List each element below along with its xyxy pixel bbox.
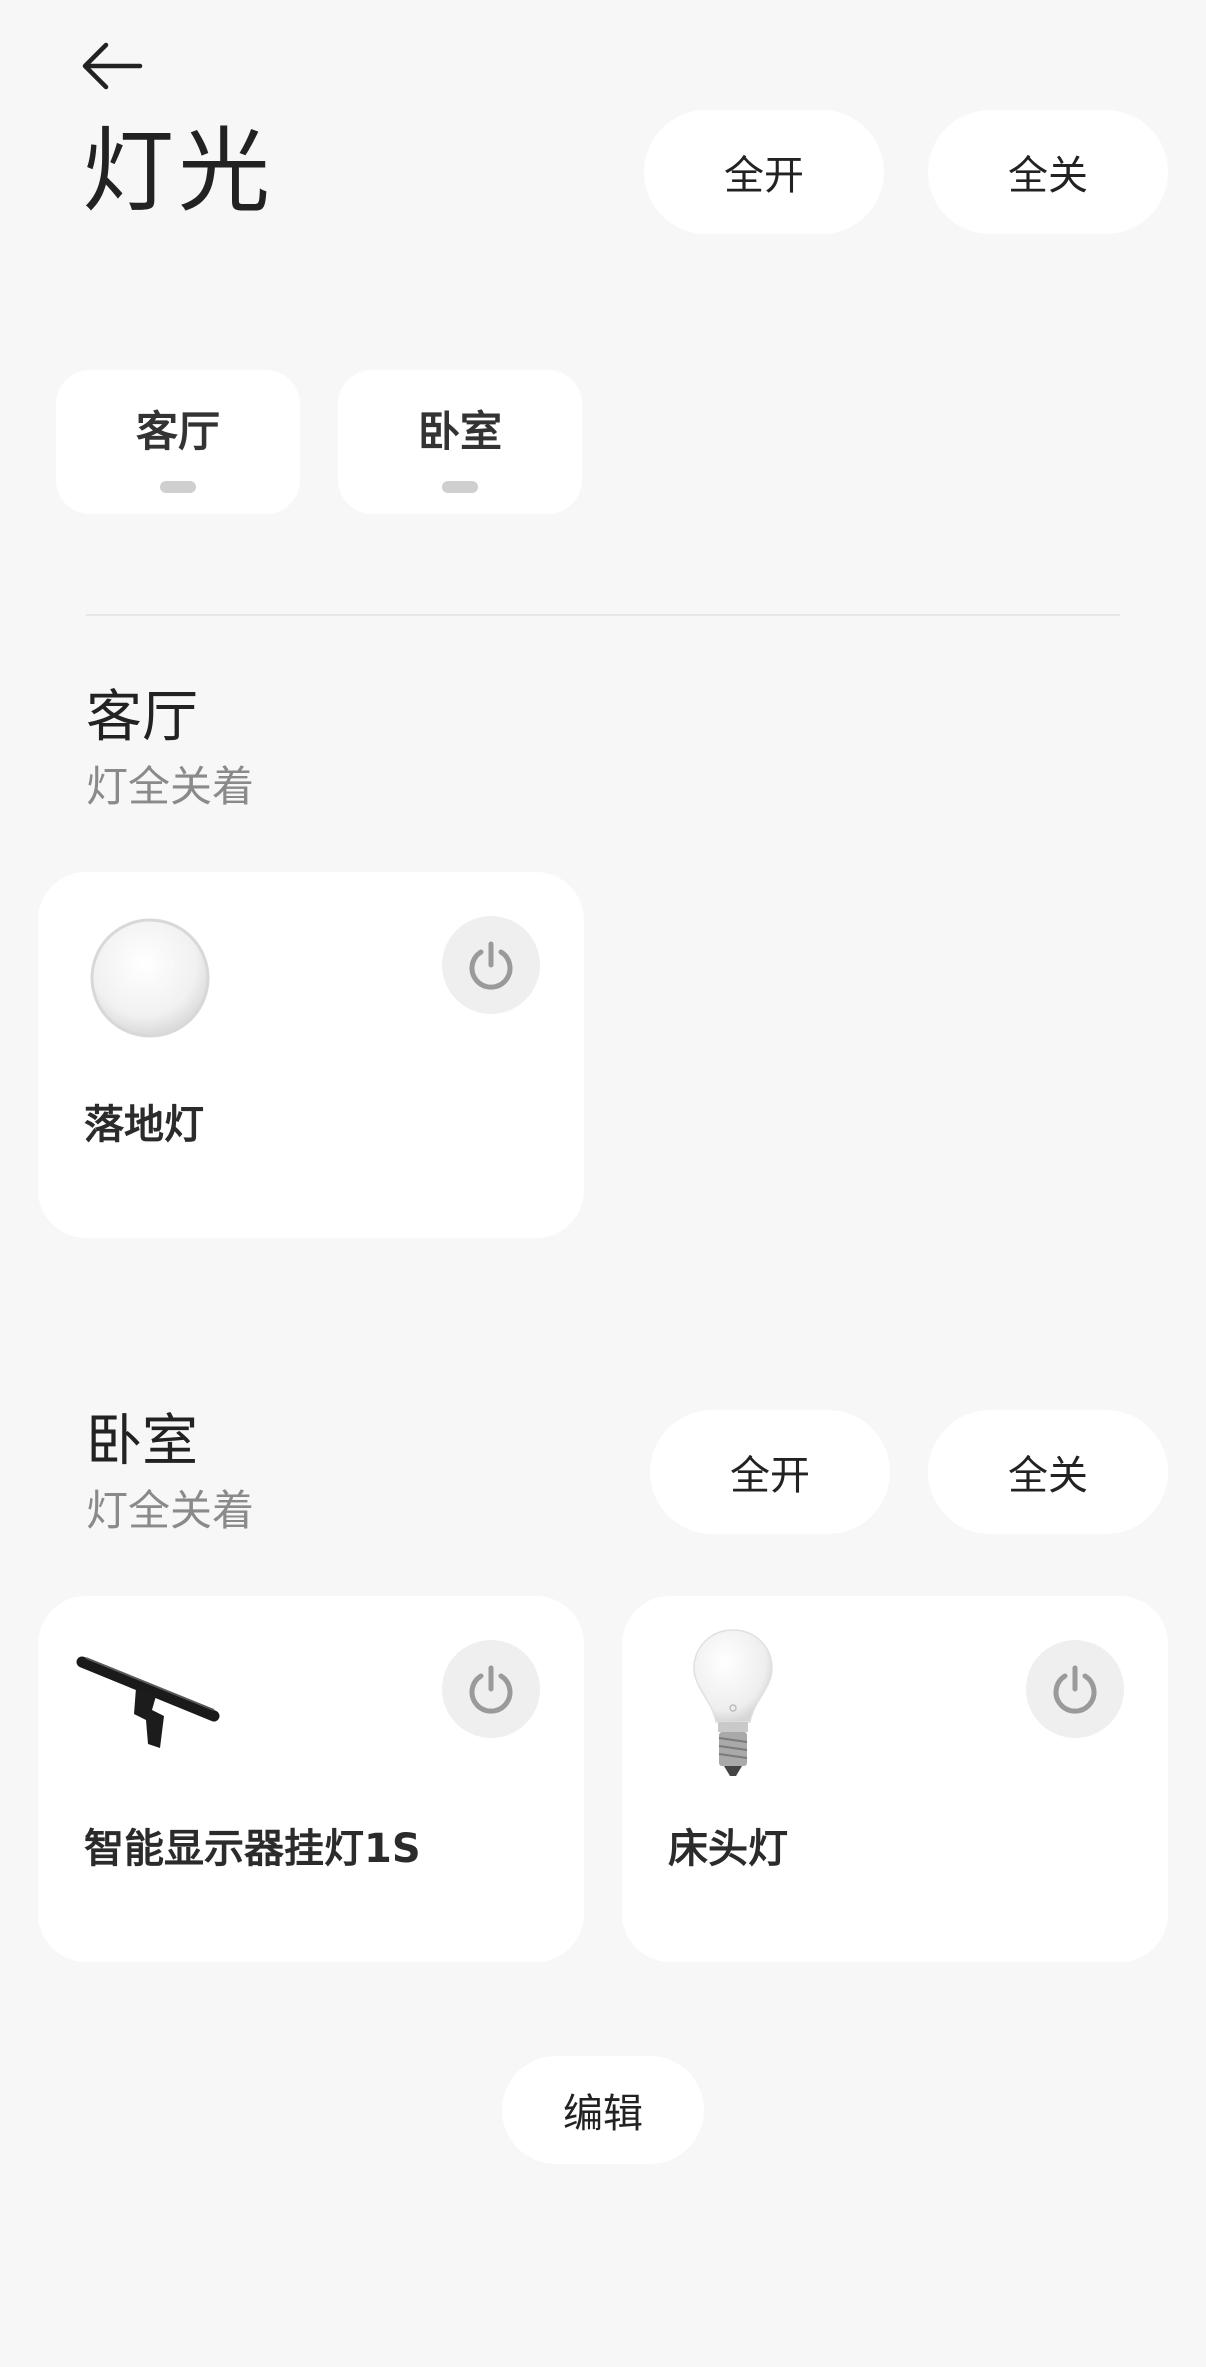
power-button[interactable] bbox=[442, 916, 540, 1014]
power-icon bbox=[469, 941, 513, 990]
arrow-left-icon bbox=[82, 42, 143, 90]
light-bulb-icon bbox=[690, 1626, 776, 1784]
section-status-living-room: 灯全关着 bbox=[86, 762, 255, 811]
back-button[interactable] bbox=[80, 36, 152, 96]
device-name: 落地灯 bbox=[84, 1102, 204, 1148]
room-tab-living-room[interactable]: 客厅 bbox=[56, 370, 300, 514]
power-button[interactable] bbox=[442, 1640, 540, 1738]
bedroom-all-on-button[interactable]: 全开 bbox=[650, 1410, 890, 1534]
room-tab-indicator bbox=[160, 480, 196, 493]
section-title-living-room: 客厅 bbox=[86, 685, 198, 750]
bedroom-all-off-button[interactable]: 全关 bbox=[928, 1410, 1168, 1534]
power-icon bbox=[1053, 1665, 1097, 1714]
floor-lamp-icon bbox=[88, 916, 212, 1044]
power-icon bbox=[469, 1665, 513, 1714]
room-tab-indicator bbox=[442, 480, 478, 493]
device-card-monitor-light-bar[interactable]: 智能显示器挂灯1S bbox=[38, 1596, 584, 1962]
page-title: 灯光 bbox=[82, 118, 275, 225]
all-off-button[interactable]: 全关 bbox=[928, 110, 1168, 234]
device-card-bedside-lamp[interactable]: 床头灯 bbox=[622, 1596, 1168, 1962]
edit-button[interactable]: 编辑 bbox=[502, 2056, 704, 2164]
device-name: 智能显示器挂灯1S bbox=[84, 1826, 421, 1872]
room-tab-label: 卧室 bbox=[417, 406, 502, 456]
room-tab-label: 客厅 bbox=[135, 406, 220, 456]
section-title-bedroom: 卧室 bbox=[86, 1409, 198, 1474]
room-tab-bedroom[interactable]: 卧室 bbox=[338, 370, 582, 514]
all-on-button[interactable]: 全开 bbox=[644, 110, 884, 234]
device-card-floor-lamp[interactable]: 落地灯 bbox=[38, 872, 584, 1238]
device-name: 床头灯 bbox=[668, 1826, 788, 1872]
power-button[interactable] bbox=[1026, 1640, 1124, 1738]
divider bbox=[86, 614, 1120, 616]
section-status-bedroom: 灯全关着 bbox=[86, 1486, 255, 1535]
monitor-light-bar-icon bbox=[74, 1644, 224, 1758]
